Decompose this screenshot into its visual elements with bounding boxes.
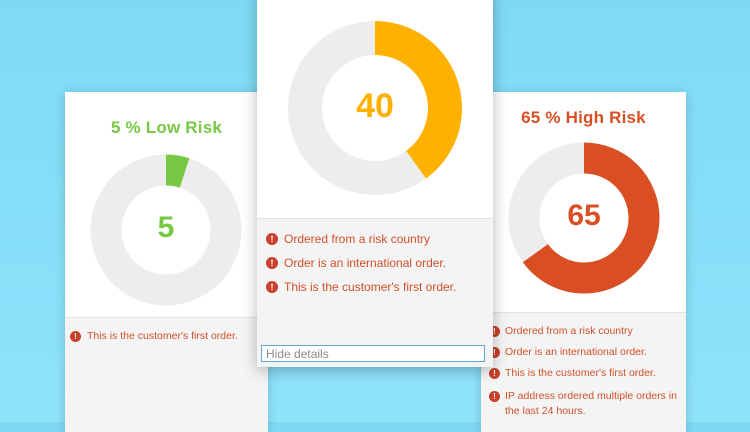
risk-donut-gauge: 65 [508,142,660,294]
risk-reasons: ! This is the customer's first order. [65,317,268,432]
medium-risk-card-header: 40 [257,0,493,218]
reason-item: ! This is the customer's first order. [266,280,456,294]
exclamation-circle-icon: ! [266,257,278,269]
reason-item: ! This is the customer's first order. [489,367,656,379]
reason-item: ! Ordered from a risk country [489,325,633,337]
reason-item: ! Order is an international order. [489,346,647,358]
low-risk-card: 5 % Low Risk 5 ! This is the customer's … [65,92,268,432]
risk-reasons: ! Ordered from a risk country ! Order is… [257,218,493,367]
risk-title: 5 % Low Risk [110,118,223,137]
reason-text: Order is an international order. [284,256,447,270]
risk-reasons: ! Ordered from a risk country ! Order is… [481,312,686,432]
high-risk-card-header: 65 % High Risk 65 [481,92,686,312]
exclamation-circle-icon: ! [489,391,500,402]
reason-text: IP address ordered multiple orders in th… [505,390,677,417]
risk-score: 5 [157,211,175,244]
reason-item: ! Ordered from a risk country [266,232,430,246]
exclamation-circle-icon: ! [70,331,81,342]
exclamation-circle-icon: ! [266,233,278,245]
risk-title: 65 % High Risk [521,108,646,127]
reason-text: Ordered from a risk country [284,232,431,246]
risk-donut-gauge: 5 [90,154,242,306]
risk-donut-gauge: 40 [288,21,462,195]
reason-item: ! Order is an international order. [266,256,446,270]
risk-score: 65 [567,199,601,232]
reason-text: Order is an international order. [505,346,647,358]
high-risk-card: 65 % High Risk 65 ! Ordered from a risk … [481,92,686,432]
hide-details-link[interactable]: Hide details [261,345,485,362]
medium-risk-card: 40 ! Ordered from a risk country ! Order… [257,0,493,367]
reason-item: ! This is the customer's first order. [70,330,238,342]
reason-item: ! IP address ordered multiple orders in … [489,389,679,419]
exclamation-circle-icon: ! [266,281,278,293]
risk-score: 40 [356,87,394,125]
reason-text: This is the customer's first order. [284,280,457,294]
low-risk-card-header: 5 % Low Risk 5 [65,92,268,317]
reason-text: This is the customer's first order. [87,330,238,342]
reason-text: This is the customer's first order. [505,367,656,379]
exclamation-circle-icon: ! [489,368,500,379]
reason-text: Ordered from a risk country [505,325,633,337]
